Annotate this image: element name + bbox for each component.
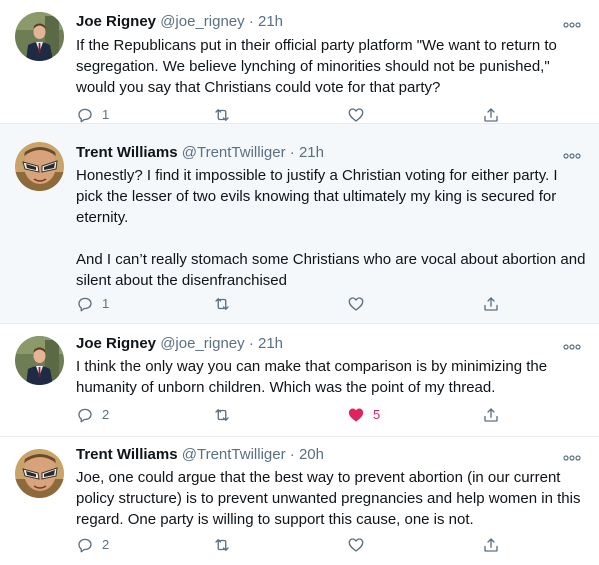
tweet-text: Honestly? I find it impossible to justif… xyxy=(76,165,588,291)
tweet[interactable]: Joe Rigney @joe_rigney · 21h If the Repu… xyxy=(0,0,599,124)
retweet-button[interactable] xyxy=(212,105,232,125)
retweet-icon xyxy=(215,539,229,551)
avatar[interactable] xyxy=(15,336,64,385)
reply-button[interactable]: 1 xyxy=(76,105,109,125)
author-handle[interactable]: @joe_rigney xyxy=(160,335,244,352)
avatar[interactable] xyxy=(15,142,64,191)
author-name[interactable]: Joe Rigney xyxy=(76,13,156,30)
tweet-header: Joe Rigney @joe_rigney · 21h xyxy=(76,335,284,352)
author-name[interactable]: Trent Williams xyxy=(76,144,178,161)
timestamp[interactable]: 21h xyxy=(299,144,324,161)
author-handle[interactable]: @TrentTwilliger xyxy=(182,144,286,161)
tweet-text: If the Republicans put in their official… xyxy=(76,35,588,98)
more-options-icon[interactable] xyxy=(563,450,581,461)
author-handle[interactable]: @joe_rigney xyxy=(160,13,244,30)
reply-count: 2 xyxy=(102,407,110,422)
reply-icon xyxy=(78,108,92,123)
share-button[interactable] xyxy=(482,405,500,425)
share-icon xyxy=(484,108,498,122)
more-options-icon[interactable] xyxy=(563,17,581,28)
reply-icon xyxy=(78,538,92,553)
share-icon xyxy=(484,297,498,311)
tweet-actions: 2 5 xyxy=(76,405,576,425)
tweet[interactable]: Trent Williams @TrentTwilliger · 21h Hon… xyxy=(0,124,599,324)
reply-count: 1 xyxy=(102,107,110,122)
retweet-icon xyxy=(215,298,229,310)
tweet-actions: 1 xyxy=(76,105,576,125)
share-icon xyxy=(484,408,498,422)
tweet-actions: 2 xyxy=(76,535,576,555)
share-button[interactable] xyxy=(482,294,500,314)
reply-count: 1 xyxy=(102,296,110,311)
tweet-paragraph: Joe, one could argue that the best way t… xyxy=(76,469,581,528)
retweet-button[interactable] xyxy=(212,294,232,314)
more-options-icon[interactable] xyxy=(563,339,581,350)
author-name[interactable]: Trent Williams xyxy=(76,446,178,463)
share-icon xyxy=(484,538,498,552)
avatar[interactable] xyxy=(15,449,64,498)
tweet-header: Trent Williams @TrentTwilliger · 21h xyxy=(76,144,324,161)
retweet-button[interactable] xyxy=(212,405,232,425)
retweet-button[interactable] xyxy=(212,535,232,555)
tweet-actions: 1 xyxy=(76,294,576,314)
reply-button[interactable]: 1 xyxy=(76,294,109,314)
tweet-paragraph: If the Republicans put in their official… xyxy=(76,37,557,96)
tweet-header: Trent Williams @TrentTwilliger · 20h xyxy=(76,446,324,463)
retweet-icon xyxy=(215,109,229,121)
like-button[interactable] xyxy=(347,535,373,555)
reply-count: 2 xyxy=(102,537,110,552)
like-count: 5 xyxy=(373,407,381,422)
tweet-paragraph: Honestly? I find it impossible to justif… xyxy=(76,167,558,226)
more-options-icon[interactable] xyxy=(563,148,581,159)
tweet-header: Joe Rigney @joe_rigney · 21h xyxy=(76,13,284,30)
share-button[interactable] xyxy=(482,105,500,125)
author-name[interactable]: Joe Rigney xyxy=(76,335,156,352)
tweet[interactable]: Trent Williams @TrentTwilliger · 20h Joe… xyxy=(0,437,599,565)
tweet-paragraph: I think the only way you can make that c… xyxy=(76,358,548,396)
timestamp[interactable]: 21h xyxy=(258,13,283,30)
like-button[interactable] xyxy=(347,105,373,125)
heart-icon xyxy=(348,297,364,311)
tweet-text: Joe, one could argue that the best way t… xyxy=(76,467,588,530)
timestamp[interactable]: 20h xyxy=(299,446,324,463)
reply-button[interactable]: 2 xyxy=(76,535,109,555)
tweet-paragraph: And I can’t really stomach some Christia… xyxy=(76,251,586,289)
tweet[interactable]: Joe Rigney @joe_rigney · 21h I think the… xyxy=(0,324,599,437)
heart-filled-icon xyxy=(348,408,364,422)
like-button[interactable]: 5 xyxy=(347,405,380,425)
reply-button[interactable]: 2 xyxy=(76,405,109,425)
tweet-text: I think the only way you can make that c… xyxy=(76,356,588,398)
author-handle[interactable]: @TrentTwilliger xyxy=(182,446,286,463)
like-button[interactable] xyxy=(347,294,373,314)
reply-icon xyxy=(78,297,92,312)
heart-icon xyxy=(348,108,364,122)
retweet-icon xyxy=(215,409,229,421)
heart-icon xyxy=(348,538,364,552)
share-button[interactable] xyxy=(482,535,500,555)
timestamp[interactable]: 21h xyxy=(258,335,283,352)
reply-icon xyxy=(78,408,92,423)
avatar[interactable] xyxy=(15,12,64,61)
